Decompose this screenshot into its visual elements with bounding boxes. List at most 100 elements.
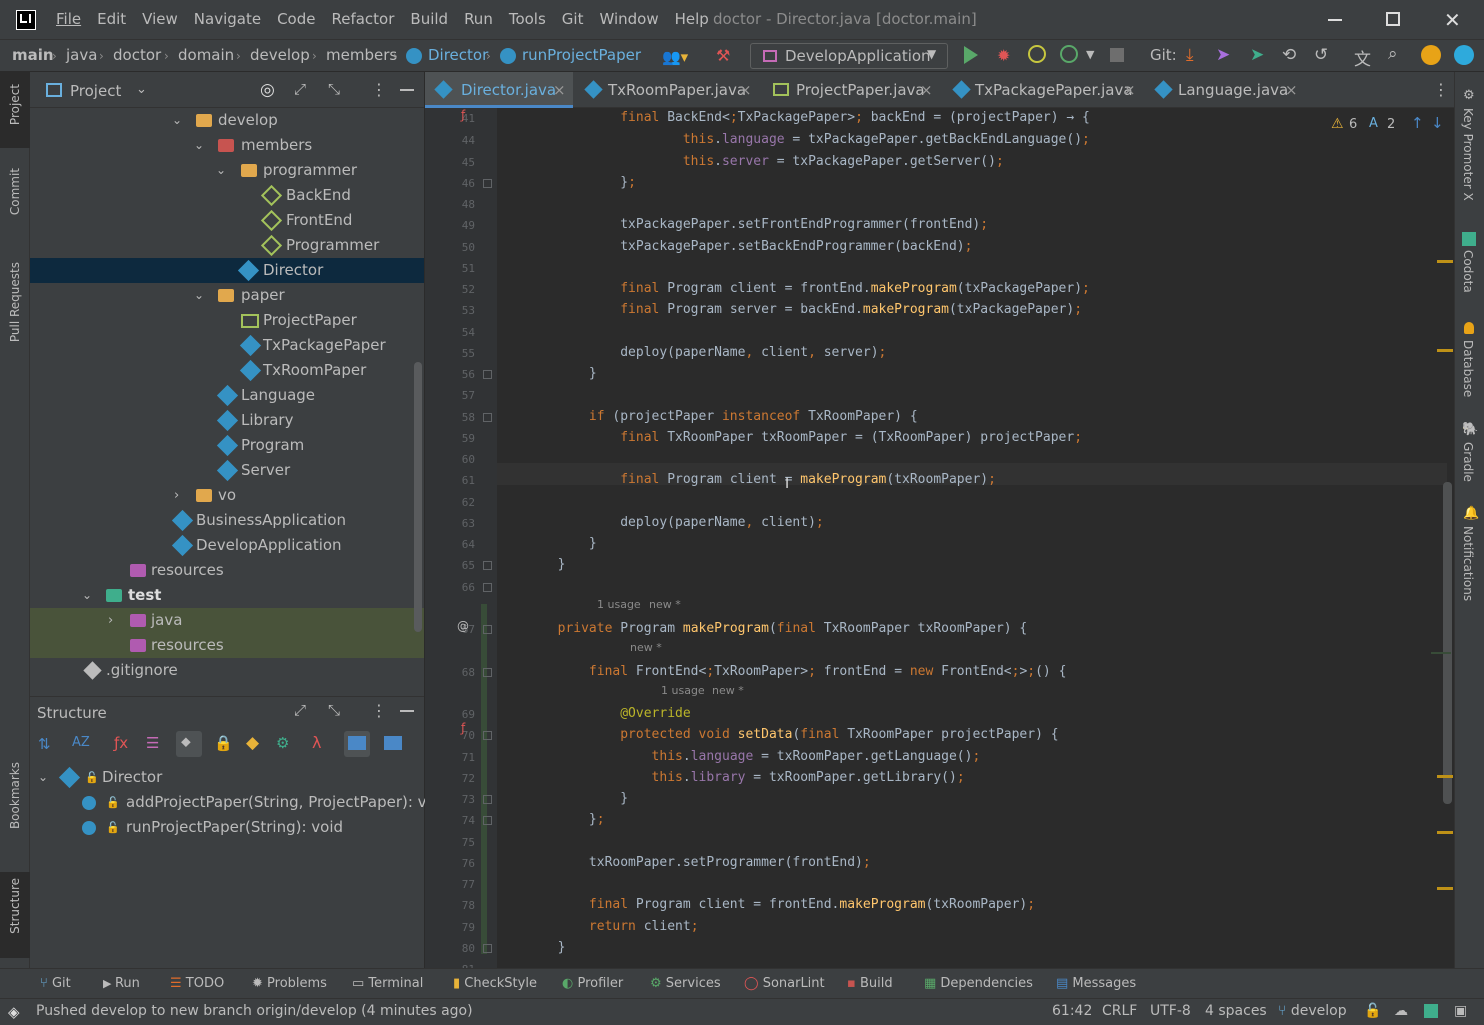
file-encoding[interactable]: UTF-8 [1150, 1003, 1191, 1019]
notifications-tool-button[interactable]: Notifications [1461, 526, 1475, 601]
inlay-hint[interactable]: new * [712, 684, 744, 697]
options-icon[interactable]: ⋮ [371, 701, 387, 720]
tree-item-programmer[interactable]: ⌄ programmer [30, 158, 424, 183]
tree-item-businessapplication[interactable]: BusinessApplication [30, 508, 424, 533]
messages-tool-button[interactable]: ▤ Messages [1056, 976, 1136, 991]
show-fields-icon[interactable]: ☰ [146, 734, 159, 752]
git-branch-widget[interactable]: ⑂ develop [1278, 1003, 1347, 1019]
close-tab-icon[interactable]: × [739, 72, 752, 108]
maximize-icon[interactable] [1386, 12, 1400, 26]
project-panel-title[interactable]: Project [70, 82, 121, 100]
todo-tool-button[interactable]: ☰ TODO [170, 976, 224, 991]
tree-item-test-resources[interactable]: resources [30, 633, 424, 658]
git-push-icon[interactable]: ➤ [1250, 45, 1264, 65]
menu-code[interactable]: Code [269, 10, 323, 28]
menu-window[interactable]: Window [591, 10, 666, 28]
history-icon[interactable]: ⟲ [1282, 45, 1296, 65]
menu-run[interactable]: Run [456, 10, 501, 28]
target-icon[interactable]: ◎ [260, 80, 275, 100]
fold-marker-icon[interactable] [483, 413, 492, 422]
profiler-tool-button[interactable]: ◐ Profiler [562, 976, 623, 991]
tab-language-java[interactable]: Language.java × [1154, 72, 1305, 108]
menu-edit[interactable]: Edit [89, 10, 134, 28]
breadcrumb-director[interactable]: Director [428, 46, 488, 64]
inspection-widget[interactable]: ⚠ 6 A 2 ↑ ↓ [1331, 114, 1444, 136]
terminal-tool-button[interactable]: ▭ Terminal [352, 976, 423, 991]
override-icon[interactable]: ƒ [461, 721, 465, 735]
run-tool-button[interactable]: ▶ Run [103, 976, 140, 991]
more-run-chevron-icon[interactable]: ▼ [1086, 48, 1094, 61]
tree-item-programmer-class[interactable]: Programmer [30, 233, 424, 258]
tree-item-members[interactable]: ⌄ members [30, 133, 424, 158]
tree-item-vo[interactable]: › vo [30, 483, 424, 508]
services-tool-button[interactable]: ⚙ Services [650, 976, 721, 991]
chevron-down-icon[interactable]: ⌄ [136, 82, 147, 97]
update-icon[interactable] [1421, 45, 1441, 65]
tabs-options-icon[interactable]: ⋮ [1433, 80, 1449, 99]
layers-icon[interactable]: ◈ [8, 1003, 20, 1021]
fold-marker-icon[interactable] [483, 731, 492, 740]
tree-item-develop[interactable]: ⌄ develop [30, 108, 424, 133]
show-inherited-icon[interactable]: ƒx [114, 734, 128, 752]
menu-tools[interactable]: Tools [501, 10, 554, 28]
git-tool-button[interactable]: ⑂ Git [40, 976, 71, 991]
dependencies-tool-button[interactable]: ▦ Dependencies [924, 976, 1033, 991]
structure-tool-button[interactable]: Structure [8, 878, 22, 934]
close-window-icon[interactable]: ✕ [1444, 8, 1461, 32]
project-tool-button[interactable]: Project [8, 84, 22, 125]
inlay-hint[interactable]: 1 usage [661, 684, 705, 697]
fold-marker-icon[interactable] [483, 583, 492, 592]
code-with-me-icon[interactable] [1454, 45, 1474, 65]
tree-item-gitignore[interactable]: .gitignore [30, 658, 424, 683]
collapse-all-icon[interactable]: ⤡ [328, 701, 340, 719]
fold-marker-icon[interactable] [483, 179, 492, 188]
code-area[interactable]: final BackEnd<;TxPackagePaper>; backEnd … [497, 108, 1454, 968]
breadcrumb-members[interactable]: members [326, 46, 397, 64]
sonarlint-status-icon[interactable]: ☁ [1394, 1003, 1408, 1019]
coverage-icon[interactable] [1028, 45, 1046, 63]
next-highlight-icon[interactable]: ↓ [1431, 114, 1444, 132]
debug-icon[interactable]: ✹ [997, 46, 1010, 65]
expand-all-icon[interactable]: ⤢ [294, 80, 306, 98]
options-icon[interactable]: ⋮ [371, 80, 387, 99]
fold-marker-icon[interactable] [483, 668, 492, 677]
close-tab-icon[interactable]: × [553, 72, 566, 108]
structure-method-runprojectpaper[interactable]: 🔓 runProjectPaper(String): void [30, 815, 424, 840]
menu-navigate[interactable]: Navigate [186, 10, 269, 28]
tree-item-director[interactable]: Director [30, 258, 424, 283]
prev-highlight-icon[interactable]: ↑ [1411, 114, 1424, 132]
tab-projectpaper-java[interactable]: ProjectPaper.java × [769, 72, 949, 108]
translate-icon[interactable]: 文 [1354, 45, 1371, 70]
stop-icon[interactable] [1110, 48, 1124, 62]
tree-item-backend[interactable]: BackEnd [30, 183, 424, 208]
menu-refactor[interactable]: Refactor [323, 10, 402, 28]
breadcrumb-domain[interactable]: domain [178, 46, 234, 64]
inlay-hint[interactable]: new * [649, 598, 681, 611]
breadcrumb-runprojectpaper[interactable]: runProjectPaper [522, 46, 641, 64]
tree-item-library[interactable]: Library [30, 408, 424, 433]
fold-marker-icon[interactable] [483, 795, 492, 804]
menu-git[interactable]: Git [554, 10, 592, 28]
breadcrumb-java[interactable]: java [66, 46, 97, 64]
fold-marker-icon[interactable] [483, 944, 492, 953]
tree-item-txpackagepaper[interactable]: TxPackagePaper [30, 333, 424, 358]
lock-icon[interactable]: 🔓 [1364, 1003, 1381, 1019]
fold-marker-icon[interactable] [483, 561, 492, 570]
run-icon[interactable] [964, 46, 978, 64]
tree-item-test[interactable]: ⌄ test [30, 583, 424, 608]
build-tool-button[interactable]: ▪ Build [847, 976, 893, 991]
structure-method-addprojectpaper[interactable]: 🔓 addProjectPaper(String, ProjectPaper): … [30, 790, 449, 815]
breadcrumb-main[interactable]: main [12, 46, 54, 64]
tree-item-language[interactable]: Language [30, 383, 424, 408]
commit-tool-button[interactable]: Commit [8, 168, 22, 215]
tab-txpackagepaper-java[interactable]: TxPackagePaper.java × [951, 72, 1151, 108]
profile-icon[interactable] [1060, 45, 1078, 63]
hammer-icon[interactable]: ⚒ [716, 46, 730, 65]
lambda-icon[interactable]: λ [312, 733, 321, 752]
collapse-all-icon[interactable]: ⤡ [328, 80, 340, 98]
hide-panel-icon[interactable] [400, 710, 414, 712]
sort-alpha-icon[interactable]: AZ [72, 735, 90, 750]
fold-marker-icon[interactable] [483, 816, 492, 825]
tree-item-paper[interactable]: ⌄ paper [30, 283, 424, 308]
fold-marker-icon[interactable] [483, 625, 492, 634]
